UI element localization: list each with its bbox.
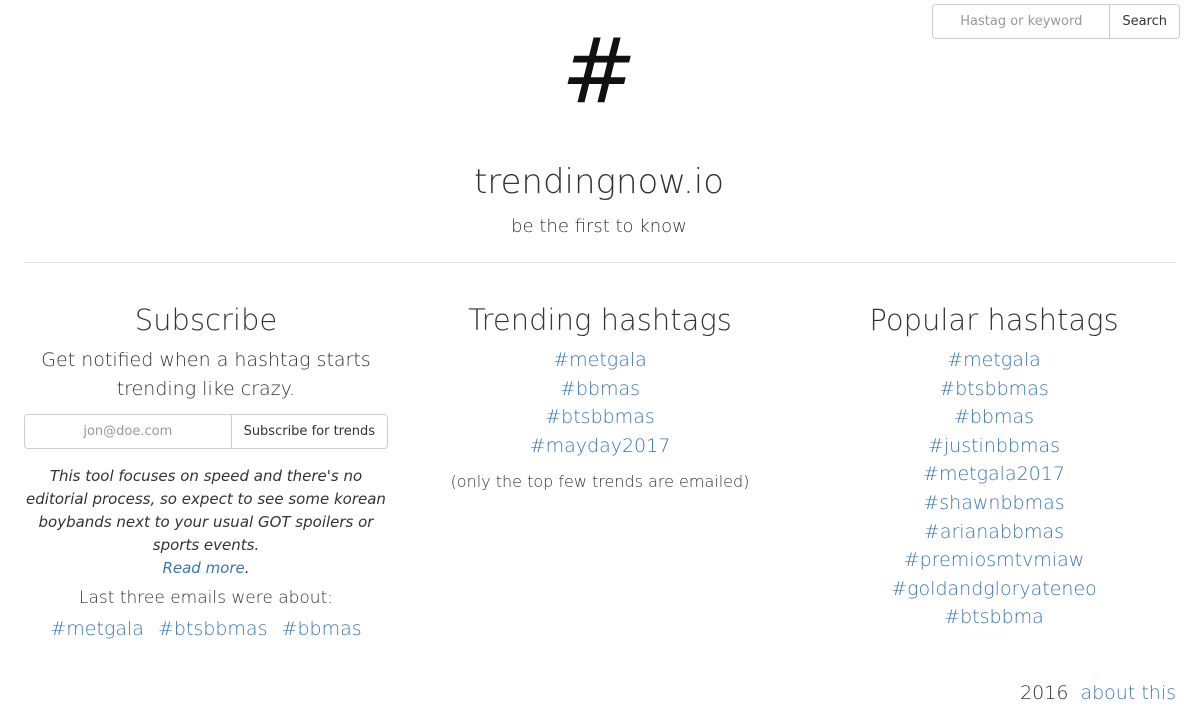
last-emails-list: #metgala #btsbbmas #bbmas bbox=[24, 618, 388, 640]
editorial-note: This tool focuses on speed and there's n… bbox=[24, 465, 388, 580]
last-email-tag-link[interactable]: #bbmas bbox=[282, 618, 362, 640]
trending-tag-link[interactable]: #mayday2017 bbox=[530, 435, 671, 457]
list-item: #metgala2017 bbox=[824, 460, 1164, 489]
list-item: #arianabbmas bbox=[824, 518, 1164, 547]
trending-tag-link[interactable]: #bbmas bbox=[560, 378, 640, 400]
last-emails-label: Last three emails were about: bbox=[79, 588, 333, 608]
trending-tag-link[interactable]: #metgala bbox=[553, 349, 647, 371]
popular-tag-link[interactable]: #metgala bbox=[947, 349, 1041, 371]
list-item: #btsbbmas bbox=[430, 403, 770, 432]
list-item: #btsbbmas bbox=[824, 375, 1164, 404]
popular-tag-link[interactable]: #metgala2017 bbox=[923, 463, 1065, 485]
read-more-suffix: . bbox=[244, 559, 250, 577]
list-item: #metgala bbox=[824, 346, 1164, 375]
hashtag-logo-icon: # bbox=[561, 19, 637, 124]
list-item: #bbmas bbox=[430, 375, 770, 404]
list-item: #mayday2017 bbox=[430, 432, 770, 461]
email-input[interactable] bbox=[25, 415, 231, 448]
popular-tag-link[interactable]: #btsbbma bbox=[944, 606, 1044, 628]
trending-tag-link[interactable]: #btsbbmas bbox=[545, 406, 655, 428]
popular-list: #metgala #btsbbmas #bbmas #justinbbmas #… bbox=[824, 346, 1164, 632]
last-email-tag-link[interactable]: #btsbbmas bbox=[158, 618, 268, 640]
trending-list: #metgala #bbmas #btsbbmas #mayday2017 bbox=[430, 346, 770, 460]
list-item: #justinbbmas bbox=[824, 432, 1164, 461]
footer: 2016 about this bbox=[1020, 682, 1176, 704]
list-item: #goldandgloryateneo bbox=[824, 575, 1164, 604]
tagline: be the first to know bbox=[511, 216, 687, 237]
list-item: #premiosmtvmiaw bbox=[824, 546, 1164, 575]
trending-title: Trending hashtags bbox=[468, 303, 732, 337]
read-more-link[interactable]: Read more bbox=[162, 559, 244, 577]
list-item: #btsbbma bbox=[824, 603, 1164, 632]
popular-tag-link[interactable]: #bbmas bbox=[954, 406, 1034, 428]
list-item: #bbmas bbox=[824, 403, 1164, 432]
list-item: #metgala bbox=[430, 346, 770, 375]
popular-tag-link[interactable]: #arianabbmas bbox=[924, 521, 1064, 543]
site-title: trendingnow.io bbox=[473, 162, 725, 202]
popular-title: Popular hashtags bbox=[869, 303, 1119, 337]
list-item: #shawnbbmas bbox=[824, 489, 1164, 518]
subscribe-title: Subscribe bbox=[134, 303, 278, 337]
popular-tag-link[interactable]: #justinbbmas bbox=[928, 435, 1060, 457]
subscribe-description: Get notified when a hashtag starts trend… bbox=[41, 349, 371, 400]
header-divider bbox=[24, 262, 1176, 263]
subscribe-button[interactable]: Subscribe for trends bbox=[230, 415, 387, 448]
footer-year: 2016 bbox=[1020, 682, 1069, 704]
subscribe-section: Subscribe Get notified when a hashtag st… bbox=[24, 300, 388, 640]
popular-tag-link[interactable]: #premiosmtvmiaw bbox=[904, 549, 1085, 571]
last-email-tag-link[interactable]: #metgala bbox=[50, 618, 144, 640]
trending-note: (only the top few trends are emailed) bbox=[450, 472, 750, 492]
popular-tag-link[interactable]: #goldandgloryateneo bbox=[891, 578, 1097, 600]
popular-section: Popular hashtags #metgala #btsbbmas #bbm… bbox=[824, 300, 1164, 632]
trending-section: Trending hashtags #metgala #bbmas #btsbb… bbox=[430, 300, 770, 491]
popular-tag-link[interactable]: #btsbbmas bbox=[939, 378, 1049, 400]
editorial-note-text: This tool focuses on speed and there's n… bbox=[26, 467, 386, 554]
subscribe-form: Subscribe for trends bbox=[24, 414, 388, 449]
popular-tag-link[interactable]: #shawnbbmas bbox=[923, 492, 1064, 514]
about-link[interactable]: about this bbox=[1080, 682, 1176, 704]
